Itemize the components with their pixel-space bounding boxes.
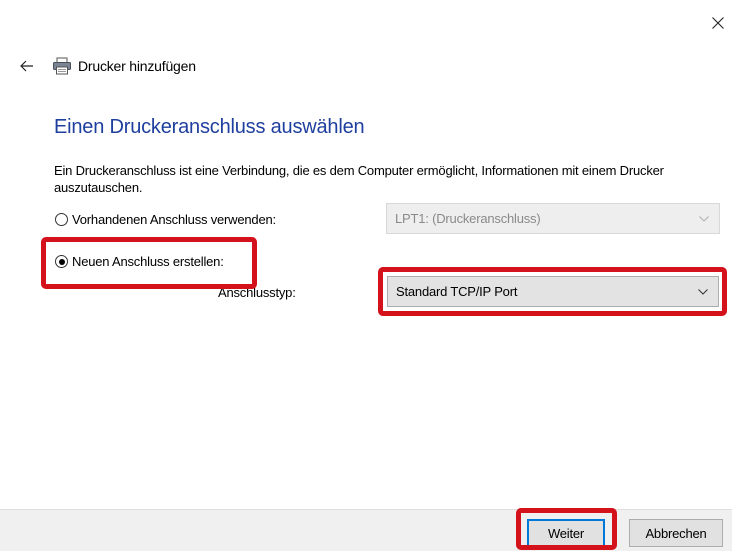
footer-bar [0, 509, 732, 551]
window-title: Drucker hinzufügen [78, 58, 196, 74]
back-button[interactable] [14, 53, 40, 79]
highlight-new-port-radio [41, 237, 257, 289]
highlight-port-type-select [378, 267, 727, 316]
existing-port-label: Vorhandenen Anschluss verwenden: [72, 212, 276, 227]
close-button[interactable] [703, 8, 732, 38]
chevron-down-icon [699, 215, 709, 222]
existing-port-radio[interactable]: Vorhandenen Anschluss verwenden: [55, 212, 276, 227]
back-arrow-icon [20, 60, 33, 72]
radio-unchecked-icon [55, 213, 68, 226]
close-icon [711, 17, 724, 29]
description-text: Ein Druckeranschluss ist eine Verbindung… [54, 163, 664, 195]
existing-port-value: LPT1: (Druckeranschluss) [395, 211, 541, 226]
existing-port-select: LPT1: (Druckeranschluss) [386, 203, 720, 234]
highlight-next-button [516, 508, 617, 550]
cancel-button[interactable]: Abbrechen [629, 519, 723, 547]
printer-icon [52, 57, 72, 75]
page-title: Einen Druckeranschluss auswählen [54, 116, 365, 138]
